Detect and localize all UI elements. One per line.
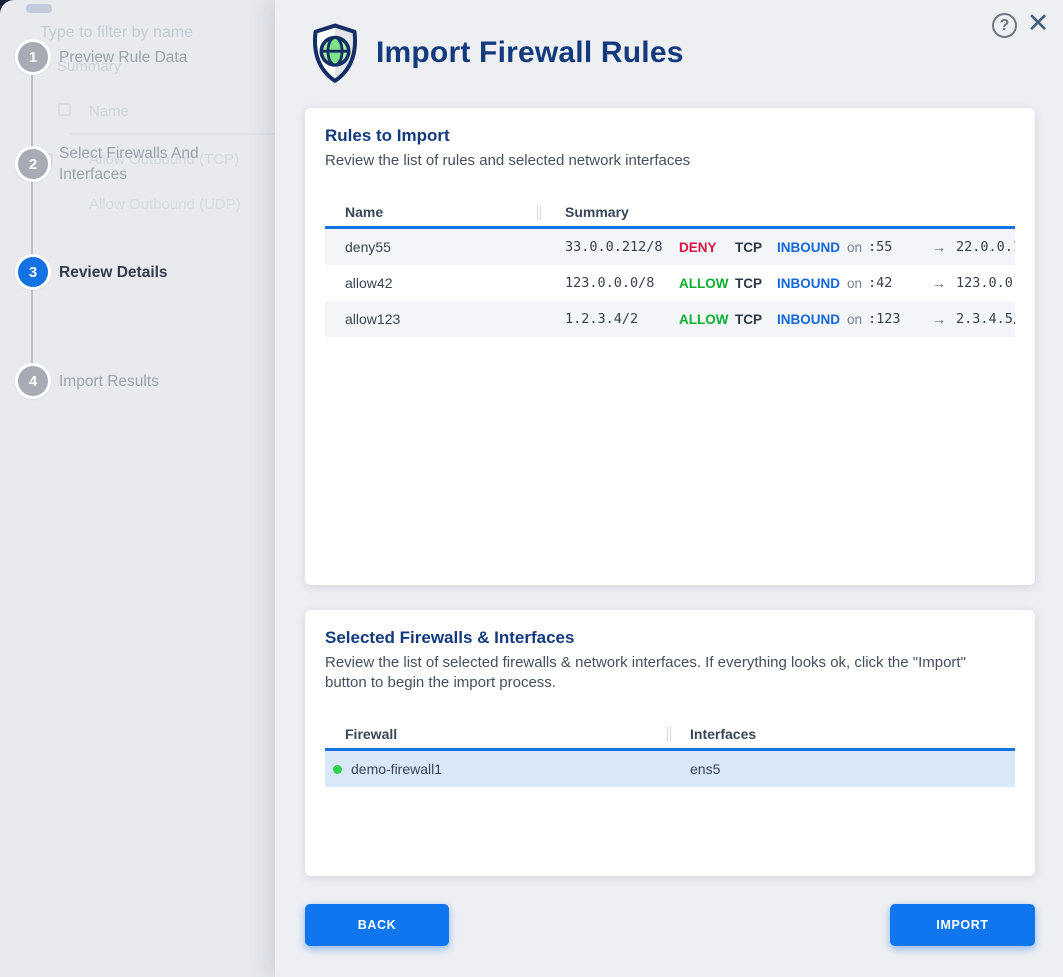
column-resize-handle[interactable]: [537, 205, 541, 220]
rule-direction: INBOUND: [777, 276, 841, 291]
step-3-label: Review Details: [59, 262, 168, 283]
arrow-icon: →: [932, 275, 946, 291]
ghost-name-column: Name: [89, 103, 129, 120]
modal-panel: Import Firewall Rules ? ✕ Rules to Impor…: [275, 0, 1063, 977]
rule-source: 33.0.0.212/8: [565, 239, 669, 255]
rule-port: :55: [868, 239, 914, 255]
rule-action: ALLOW: [679, 312, 727, 327]
table-row[interactable]: allow123 1.2.3.4/2 ALLOW TCP INBOUND on …: [325, 301, 1015, 337]
column-header-name[interactable]: Name: [325, 204, 565, 220]
step-3-badge: 3: [18, 257, 48, 287]
step-1-badge: 1: [18, 42, 48, 72]
ghost-checkbox: [58, 103, 71, 116]
interfaces-cell: ens5: [690, 761, 720, 777]
import-button[interactable]: IMPORT: [890, 904, 1035, 946]
step-4-import-results: 4 Import Results: [18, 366, 159, 396]
step-4-label: Import Results: [59, 371, 159, 392]
rule-direction: INBOUND: [777, 240, 841, 255]
rule-summary: 33.0.0.212/8 DENY TCP INBOUND on :55 → 2…: [565, 239, 1015, 255]
selected-firewalls-card: Selected Firewalls & Interfaces Review t…: [305, 610, 1035, 876]
table-row[interactable]: allow42 123.0.0.0/8 ALLOW TCP INBOUND on…: [325, 265, 1015, 301]
rules-card-title: Rules to Import: [325, 126, 1015, 146]
online-status-icon: [333, 765, 342, 774]
arrow-icon: →: [932, 311, 946, 327]
rule-name: deny55: [325, 239, 565, 255]
firewalls-card-title: Selected Firewalls & Interfaces: [325, 628, 1015, 648]
rules-table: Name Summary deny55 33.0.0.212/8 DENY TC…: [325, 197, 1015, 337]
rule-protocol: TCP: [735, 240, 769, 255]
column-resize-handle[interactable]: [667, 727, 671, 742]
rule-action: ALLOW: [679, 276, 727, 291]
step-4-badge: 4: [18, 366, 48, 396]
column-header-firewall[interactable]: Firewall: [325, 726, 690, 742]
firewall-cell: demo-firewall1: [325, 761, 690, 777]
rule-destination: 2.3.4.5/: [956, 311, 1015, 327]
rule-summary: 123.0.0.0/8 ALLOW TCP INBOUND on :42 → 1…: [565, 275, 1015, 291]
help-icon[interactable]: ?: [992, 13, 1017, 38]
step-3-review-details: 3 Review Details: [18, 257, 168, 287]
firewalls-table-header: Firewall Interfaces: [325, 719, 1015, 751]
rules-card-subtitle: Review the list of rules and selected ne…: [325, 151, 1007, 171]
page-title: Import Firewall Rules: [376, 36, 684, 70]
rules-to-import-card: Rules to Import Review the list of rules…: [305, 108, 1035, 585]
ghost-header-pill: [26, 4, 52, 13]
rule-source: 123.0.0.0/8: [565, 275, 669, 291]
rule-direction: INBOUND: [777, 312, 841, 327]
modal-header: Import Firewall Rules: [308, 22, 684, 84]
ghost-divider: [70, 133, 275, 135]
step-1-preview-rule-data: 1 Preview Rule Data: [18, 42, 187, 72]
rules-table-header: Name Summary: [325, 197, 1015, 229]
rule-on-word: on: [847, 276, 862, 291]
shield-globe-icon: [308, 22, 362, 84]
stepper-connector-line: [31, 57, 33, 381]
rule-name: allow42: [325, 275, 565, 291]
rule-on-word: on: [847, 312, 862, 327]
rule-destination: 22.0.0.1: [956, 239, 1015, 255]
firewalls-card-subtitle: Review the list of selected firewalls & …: [325, 653, 1007, 693]
rule-protocol: TCP: [735, 312, 769, 327]
back-button[interactable]: BACK: [305, 904, 449, 946]
step-2-badge: 2: [18, 149, 48, 179]
arrow-icon: →: [932, 239, 946, 255]
rule-on-word: on: [847, 240, 862, 255]
table-row[interactable]: demo-firewall1 ens5: [325, 751, 1015, 787]
step-2-label: Select Firewalls And Interfaces: [59, 143, 234, 185]
rule-source: 1.2.3.4/2: [565, 311, 669, 327]
rule-action: DENY: [679, 240, 727, 255]
rule-protocol: TCP: [735, 276, 769, 291]
column-header-interfaces[interactable]: Interfaces: [690, 726, 756, 742]
column-header-summary[interactable]: Summary: [565, 204, 629, 220]
ghost-filter-placeholder: Type to filter by name: [40, 24, 193, 42]
rule-port: :123: [868, 311, 914, 327]
table-row[interactable]: deny55 33.0.0.212/8 DENY TCP INBOUND on …: [325, 229, 1015, 265]
rule-name: allow123: [325, 311, 565, 327]
rule-destination: 123.0.0.0: [956, 275, 1015, 291]
step-1-label: Preview Rule Data: [59, 47, 187, 68]
rule-summary: 1.2.3.4/2 ALLOW TCP INBOUND on :123 → 2.…: [565, 311, 1015, 327]
rule-port: :42: [868, 275, 914, 291]
import-firewall-rules-wizard: Type to filter by name Summary Name Allo…: [0, 0, 1063, 977]
dimmed-background-page: Type to filter by name Summary Name Allo…: [0, 0, 1063, 977]
ghost-rule-row: Allow Outbound (UDP): [89, 196, 241, 213]
step-2-select-firewalls: 2 Select Firewalls And Interfaces: [18, 143, 234, 185]
close-icon[interactable]: ✕: [1023, 8, 1053, 38]
firewalls-table: Firewall Interfaces demo-firewall1 ens5: [325, 719, 1015, 787]
firewall-name: demo-firewall1: [351, 761, 442, 777]
